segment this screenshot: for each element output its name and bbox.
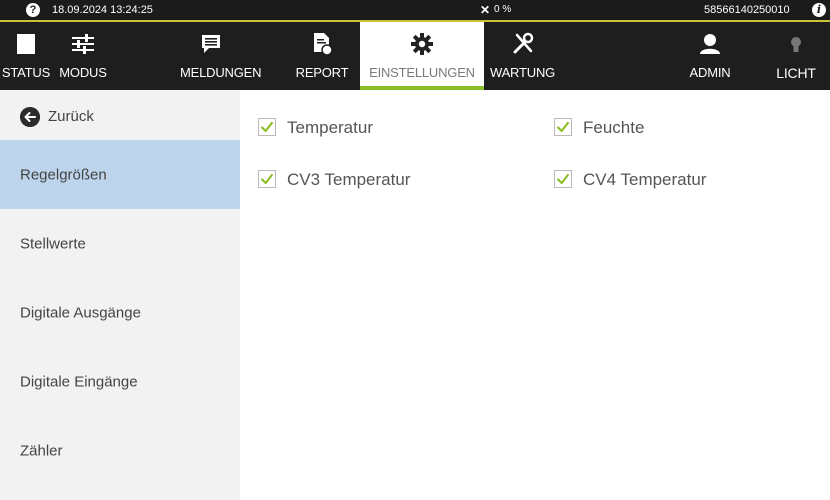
nav-einstellungen-label: EINSTELLUNGEN <box>369 65 475 80</box>
sidebar-item-label: Digitale Eingänge <box>20 373 138 390</box>
nav-licht[interactable]: LICHT <box>766 22 826 90</box>
sidebar-item-label: Stellwerte <box>20 235 86 252</box>
nav-report[interactable]: REPORT <box>290 22 354 90</box>
back-button[interactable]: Zurück <box>0 90 240 140</box>
square-icon <box>17 34 35 54</box>
nav-meldungen-label: MELDUNGEN <box>180 65 262 80</box>
nav-meldungen[interactable]: MELDUNGEN <box>180 22 262 90</box>
sliders-icon <box>72 34 94 54</box>
nav-status-label: STATUS <box>1 65 51 80</box>
sidebar-item-label: Digitale Ausgänge <box>20 304 141 321</box>
checkbox-label: Feuchte <box>583 118 645 137</box>
tool-icon: ✕ <box>480 3 491 17</box>
report-icon <box>314 33 333 56</box>
sidebar-item-label: Zähler <box>20 442 63 459</box>
checkbox-label: CV3 Temperatur <box>287 170 411 189</box>
nav-admin[interactable]: ADMIN <box>682 22 738 90</box>
help-icon[interactable]: ? <box>26 3 40 17</box>
nav-einstellungen[interactable]: EINSTELLUNGEN <box>360 22 484 90</box>
nav-modus[interactable]: MODUS <box>52 22 114 90</box>
checkmark-icon <box>258 118 276 136</box>
sidebar-item-label: Regelgrößen <box>20 166 107 183</box>
nav-modus-label: MODUS <box>59 65 107 80</box>
sidebar-item-zaehler[interactable]: Zähler <box>0 416 240 485</box>
status-bar: ? 18.09.2024 13:24:25 ✕ 0 % 585661402500… <box>0 0 830 20</box>
info-icon[interactable]: i <box>812 3 826 17</box>
sidebar-item-digitale-ausgaenge[interactable]: Digitale Ausgänge <box>0 278 240 347</box>
bulb-icon <box>791 37 801 52</box>
nav-report-label: REPORT <box>295 65 349 80</box>
main-nav: STATUS MODUS MELDUNGEN REPORT EINSTELLUN… <box>0 22 830 90</box>
checkmark-icon <box>554 118 572 136</box>
nav-wartung[interactable]: WARTUNG <box>488 22 558 90</box>
checkmark-icon <box>258 170 276 188</box>
datetime-text: 18.09.2024 13:24:25 <box>52 4 153 16</box>
user-icon <box>700 34 720 54</box>
sidebar-item-digitale-eingaenge[interactable]: Digitale Eingänge <box>0 347 240 416</box>
nav-wartung-label: WARTUNG <box>490 65 556 80</box>
percent-text: 0 % <box>494 4 512 15</box>
nav-status[interactable]: STATUS <box>0 22 52 90</box>
sidebar-item-regelgroessen[interactable]: Regelgrößen <box>0 140 240 209</box>
sidebar: Zurück Regelgrößen Stellwerte Digitale A… <box>0 90 240 500</box>
back-label: Zurück <box>48 108 94 125</box>
tools-icon <box>513 32 534 54</box>
checkbox-label: Temperatur <box>287 118 373 137</box>
serial-number: 58566140250010 <box>704 4 790 16</box>
checkbox-label: CV4 Temperatur <box>583 170 707 189</box>
message-icon <box>202 35 220 53</box>
sidebar-item-stellwerte[interactable]: Stellwerte <box>0 209 240 278</box>
checkmark-icon <box>554 170 572 188</box>
back-arrow-icon <box>20 107 40 127</box>
gear-icon <box>411 33 433 55</box>
nav-licht-label: LICHT <box>776 65 816 81</box>
nav-admin-label: ADMIN <box>689 65 731 80</box>
settings-content: Temperatur Feuchte CV3 Temperatur CV4 Te… <box>240 90 830 500</box>
